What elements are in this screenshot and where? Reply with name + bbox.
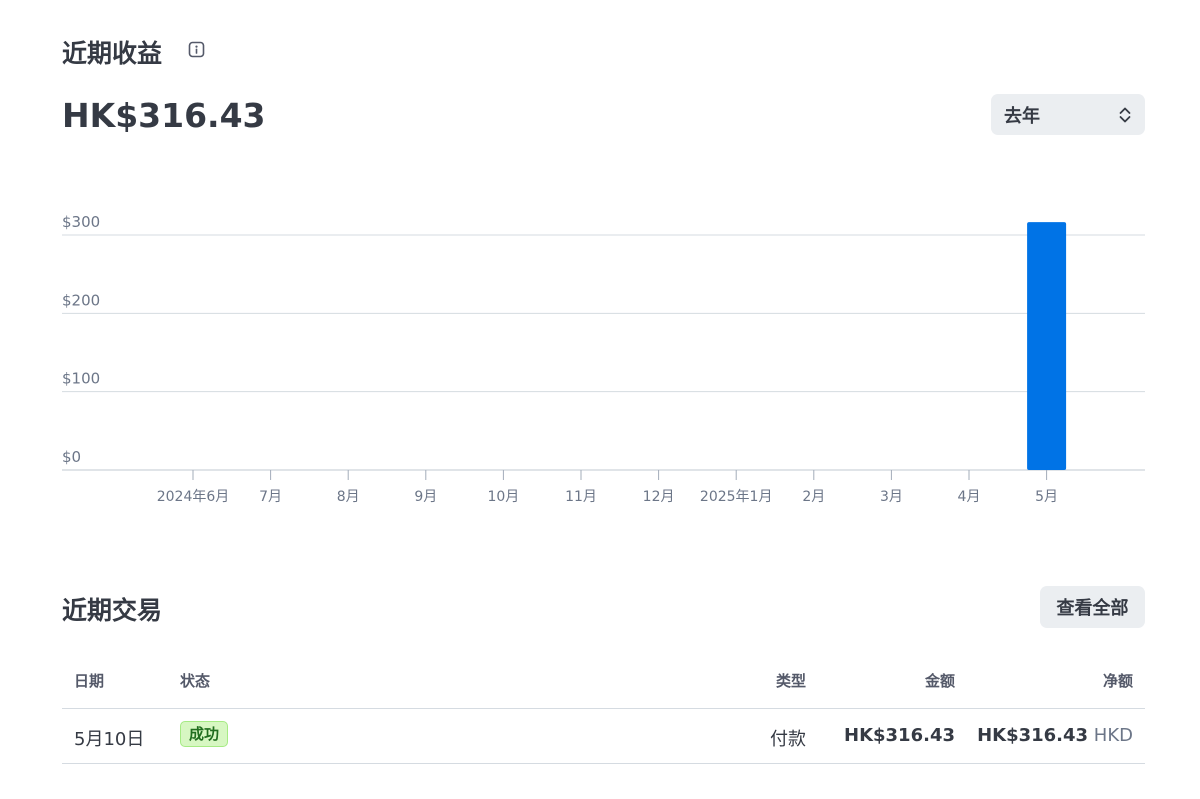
- x-tick-label: 12月: [643, 489, 675, 505]
- x-tick-label: 11月: [565, 489, 597, 505]
- x-tick-label: 5月: [1035, 489, 1058, 505]
- row-date: 5月10日: [74, 729, 145, 750]
- x-tick-label: 8月: [337, 489, 360, 505]
- x-tick-label: 10月: [487, 489, 519, 505]
- view-all-button[interactable]: 查看全部: [1040, 586, 1145, 628]
- table-row[interactable]: 5月10日 成功 付款 HK$316.43 HK$316.43 HKD: [62, 709, 1145, 764]
- row-net-currency: HKD: [1093, 725, 1133, 746]
- header-date: 日期: [74, 672, 105, 690]
- header-status: 状态: [180, 672, 211, 690]
- row-type: 付款: [770, 729, 806, 750]
- x-tick-label: 3月: [880, 489, 903, 505]
- row-net-value: HK$316.43: [977, 725, 1089, 746]
- row-amount: HK$316.43: [844, 725, 955, 746]
- x-tick-label: 9月: [414, 489, 437, 505]
- x-tick-label: 2024年6月: [157, 489, 230, 505]
- page: 近期收益 HK$316.43 去年 $0 $100 $200 $300 2024年6月 7…: [0, 0, 1200, 799]
- transactions-table: 日期 状态 类型 金额 净额 5月10日 成功 付款 HK$316.43 HK$…: [62, 655, 1145, 764]
- y-tick-label: $100: [62, 370, 100, 388]
- x-tick-label: 4月: [958, 489, 981, 505]
- y-tick-label: $0: [62, 448, 81, 466]
- row-net: HK$316.43 HKD: [977, 725, 1133, 746]
- chart-bar[interactable]: [1027, 222, 1067, 470]
- header-net: 净额: [1102, 672, 1133, 690]
- status-badge: 成功: [180, 721, 229, 747]
- x-tick-label: 7月: [259, 489, 282, 505]
- y-tick-label: $200: [62, 291, 100, 309]
- header-amount: 金额: [924, 672, 955, 690]
- x-tick-label: 2025年1月: [700, 489, 773, 505]
- transactions-title: 近期交易: [62, 596, 163, 625]
- x-tick-label: 2月: [802, 489, 825, 505]
- table-header-row: 日期 状态 类型 金额 净额: [62, 655, 1145, 709]
- earnings-chart: $0 $100 $200 $300 2024年6月 7月 8月 9月 10月 11月 12月 2025…: [62, 213, 1145, 505]
- header-type: 类型: [775, 672, 806, 690]
- y-tick-label: $300: [62, 213, 100, 231]
